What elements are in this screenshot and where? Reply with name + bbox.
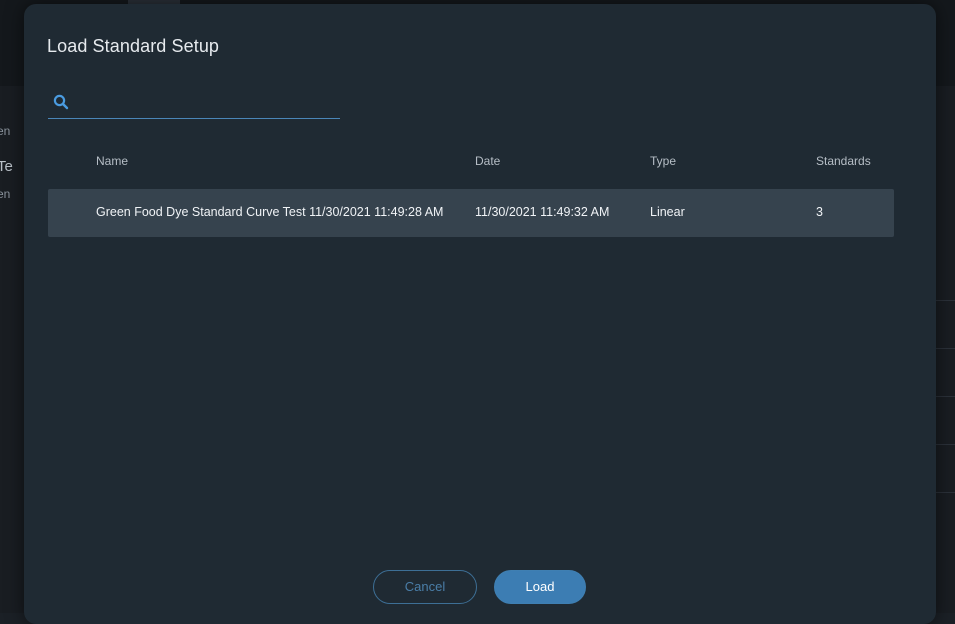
load-standard-setup-dialog: Load Standard Setup Name Date Type Stand… (24, 4, 936, 624)
load-button[interactable]: Load (494, 570, 586, 604)
column-header-date[interactable]: Date (475, 154, 500, 168)
background-label: en (0, 187, 11, 201)
background-divider (935, 300, 955, 301)
background-divider (935, 396, 955, 397)
background-divider (935, 492, 955, 493)
cell-standards: 3 (816, 205, 823, 219)
search-input[interactable] (78, 92, 338, 116)
background-divider (935, 348, 955, 349)
search-icon (53, 94, 69, 110)
background-label: en (0, 124, 11, 138)
table-row[interactable]: Green Food Dye Standard Curve Test 11/30… (48, 189, 894, 237)
column-header-type[interactable]: Type (650, 154, 676, 168)
cell-type: Linear (650, 205, 685, 219)
cell-date: 11/30/2021 11:49:32 AM (475, 205, 610, 219)
background-label: Te (0, 158, 13, 175)
search-field[interactable] (48, 90, 340, 119)
cancel-button[interactable]: Cancel (373, 570, 477, 604)
dialog-title: Load Standard Setup (47, 36, 220, 56)
table-header: Name Date Type Standards (48, 154, 894, 178)
cell-name: Green Food Dye Standard Curve Test 11/30… (96, 205, 444, 219)
column-header-name[interactable]: Name (96, 154, 128, 168)
column-header-standards[interactable]: Standards (816, 154, 871, 168)
background-divider (935, 444, 955, 445)
